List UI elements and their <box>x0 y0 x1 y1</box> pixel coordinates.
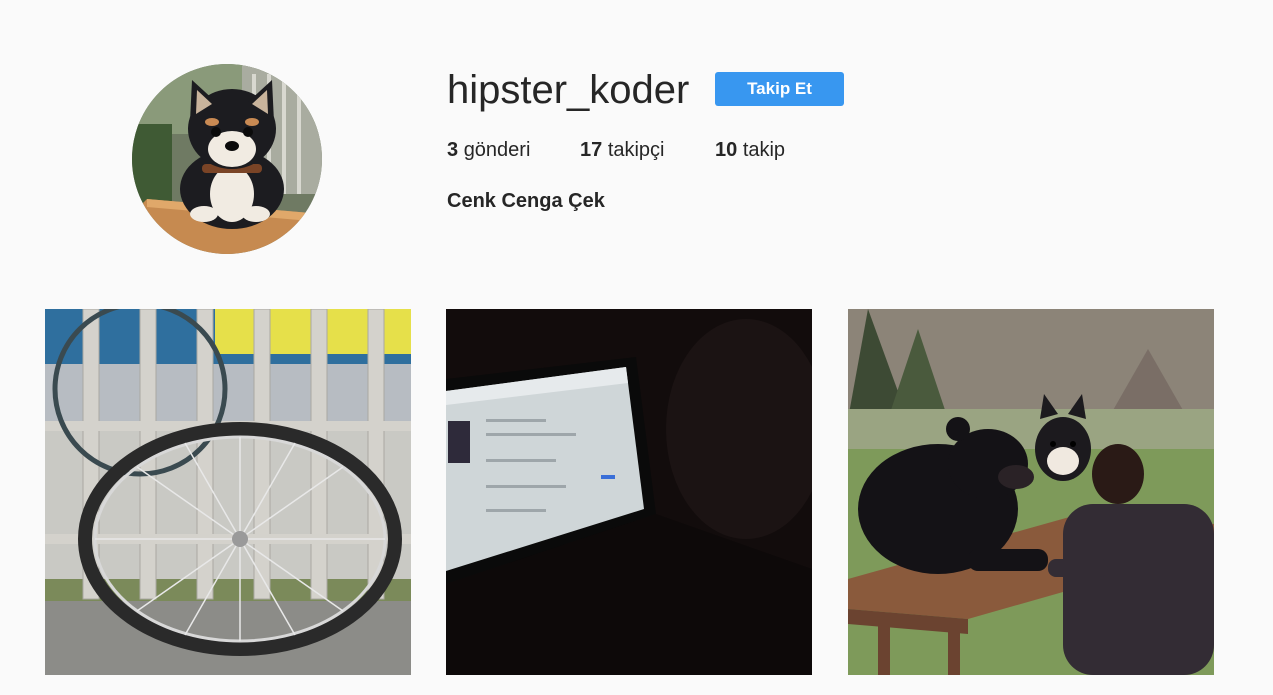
posts-count: 3 <box>447 139 459 161</box>
following-count: 10 <box>715 139 738 161</box>
profile-full-name: Cenk Cenga Çek <box>447 190 605 212</box>
posts-count-stat: 3 gönderi <box>447 138 530 162</box>
follow-button[interactable]: Takip Et <box>715 72 844 106</box>
post-thumbnail-2[interactable] <box>446 309 812 675</box>
profile-page: hipster_koder Takip Et 3 gönderi 17 taki… <box>0 0 1273 695</box>
post-thumbnail-3[interactable] <box>848 309 1214 675</box>
posts-label: gönderi <box>463 139 531 161</box>
bicycle-wheel-photo <box>45 309 411 675</box>
bear-dog-man-picnic-photo <box>848 309 1214 675</box>
followers-label: takipçi <box>607 139 665 161</box>
laptop-in-dark-photo <box>446 309 812 675</box>
following-count-stat[interactable]: 10 takip <box>715 138 785 162</box>
followers-count-stat[interactable]: 17 takipçi <box>580 138 665 162</box>
post-thumbnail-1[interactable] <box>45 309 411 675</box>
shiba-dog-avatar-image <box>132 64 322 254</box>
profile-username: hipster_koder <box>447 68 690 112</box>
profile-avatar[interactable] <box>132 64 322 254</box>
following-label: takip <box>742 139 786 161</box>
followers-count: 17 <box>580 139 603 161</box>
